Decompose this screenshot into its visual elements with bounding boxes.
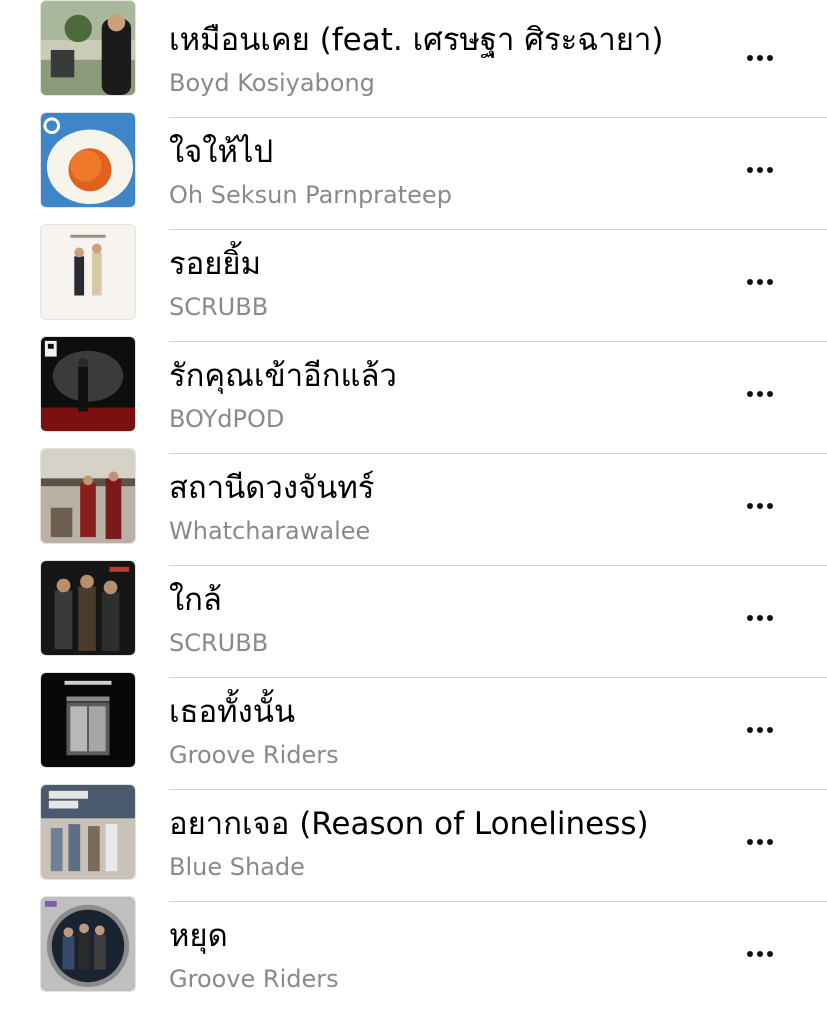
- ellipsis-icon[interactable]: [740, 267, 780, 297]
- song-row[interactable]: รอยยิ้ม SCRUBB: [0, 224, 827, 342]
- song-artist: SCRUBB: [169, 629, 269, 657]
- ellipsis-icon[interactable]: [740, 939, 780, 969]
- song-artist: BOYdPOD: [169, 405, 285, 433]
- song-title: อยากเจอ (Reason of Loneliness): [169, 806, 649, 842]
- album-art: [40, 784, 136, 880]
- album-art: [40, 560, 136, 656]
- song-title: ใจให้ไป: [169, 134, 274, 170]
- song-list: เหมือนเคย (feat. เศรษฐา ศิระฉายา) Boyd K…: [0, 0, 827, 1003]
- album-art: [40, 448, 136, 544]
- ellipsis-icon[interactable]: [740, 827, 780, 857]
- album-art: [40, 0, 136, 96]
- song-title: ใกล้: [169, 582, 222, 618]
- song-row[interactable]: ใกล้ SCRUBB: [0, 560, 827, 678]
- ellipsis-icon[interactable]: [740, 43, 780, 73]
- song-row[interactable]: เหมือนเคย (feat. เศรษฐา ศิระฉายา) Boyd K…: [0, 0, 827, 118]
- song-artist: Groove Riders: [169, 965, 339, 993]
- album-art: [40, 336, 136, 432]
- ellipsis-icon[interactable]: [740, 379, 780, 409]
- song-artist: Whatcharawalee: [169, 517, 371, 545]
- song-artist: SCRUBB: [169, 293, 269, 321]
- album-art: [40, 224, 136, 320]
- album-art: [40, 672, 136, 768]
- ellipsis-icon[interactable]: [740, 603, 780, 633]
- album-art: [40, 896, 136, 992]
- song-row[interactable]: สถานีดวงจันทร์ Whatcharawalee: [0, 448, 827, 566]
- song-title: เหมือนเคย (feat. เศรษฐา ศิระฉายา): [169, 22, 664, 58]
- song-row[interactable]: รักคุณเข้าอีกแล้ว BOYdPOD: [0, 336, 827, 454]
- song-title: เธอทั้งนั้น: [169, 694, 296, 730]
- song-row[interactable]: ใจให้ไป Oh Seksun Parnprateep: [0, 112, 827, 230]
- song-row[interactable]: หยุด Groove Riders: [0, 896, 827, 1014]
- song-row[interactable]: เธอทั้งนั้น Groove Riders: [0, 672, 827, 790]
- song-title: รักคุณเข้าอีกแล้ว: [169, 358, 397, 394]
- ellipsis-icon[interactable]: [740, 155, 780, 185]
- album-art: [40, 112, 136, 208]
- song-row[interactable]: อยากเจอ (Reason of Loneliness) Blue Shad…: [0, 784, 827, 902]
- song-artist: Boyd Kosiyabong: [169, 69, 375, 97]
- song-title: สถานีดวงจันทร์: [169, 470, 375, 506]
- song-artist: Groove Riders: [169, 741, 339, 769]
- ellipsis-icon[interactable]: [740, 715, 780, 745]
- song-artist: Blue Shade: [169, 853, 305, 881]
- song-title: หยุด: [169, 918, 228, 954]
- song-title: รอยยิ้ม: [169, 246, 262, 282]
- ellipsis-icon[interactable]: [740, 491, 780, 521]
- song-artist: Oh Seksun Parnprateep: [169, 181, 452, 209]
